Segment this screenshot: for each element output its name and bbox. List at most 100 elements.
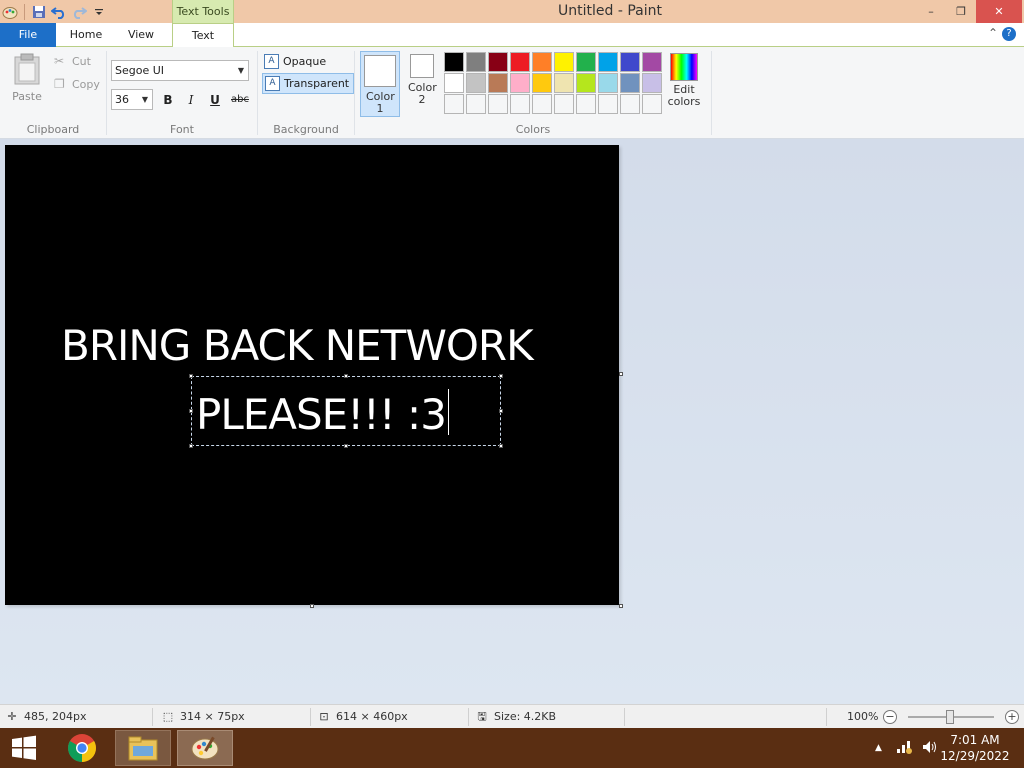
taskbar-chrome[interactable]: [54, 730, 110, 766]
font-group-label: Font: [170, 123, 194, 136]
palette-swatch[interactable]: [576, 73, 596, 93]
palette-swatch[interactable]: [444, 52, 464, 72]
collapse-ribbon-icon[interactable]: ⌃: [988, 26, 998, 40]
paste-button[interactable]: Paste: [10, 53, 44, 103]
palette-swatch[interactable]: [576, 52, 596, 72]
textbox-resize-handle[interactable]: [189, 444, 193, 448]
palette-swatch[interactable]: [554, 52, 574, 72]
palette-swatch[interactable]: [532, 94, 552, 114]
cut-label: Cut: [72, 54, 91, 68]
tab-home[interactable]: Home: [58, 23, 114, 47]
italic-button[interactable]: I: [181, 91, 201, 109]
font-family-select[interactable]: Segoe UI ▼: [111, 60, 249, 81]
text-input-box[interactable]: PLEASE!!! :3: [189, 374, 503, 448]
taskbar-file-explorer[interactable]: [115, 730, 171, 766]
transparent-icon: A: [265, 76, 280, 91]
color2-button[interactable]: Color 2: [402, 51, 442, 117]
palette-swatch[interactable]: [576, 94, 596, 114]
palette-swatch[interactable]: [444, 73, 464, 93]
copy-button[interactable]: ❐ Copy: [54, 77, 100, 91]
transparent-button[interactable]: A Transparent: [262, 73, 355, 94]
redo-icon[interactable]: [69, 2, 89, 22]
text-tools-context-label: Text Tools: [172, 0, 234, 23]
palette-swatch[interactable]: [598, 52, 618, 72]
palette-swatch[interactable]: [620, 94, 640, 114]
palette-swatch[interactable]: [598, 73, 618, 93]
start-button[interactable]: [0, 730, 48, 766]
strikethrough-button[interactable]: abc: [228, 91, 252, 109]
customize-qat-icon[interactable]: [89, 2, 109, 22]
undo-icon[interactable]: [49, 2, 69, 22]
palette-swatch[interactable]: [642, 94, 662, 114]
palette-swatch[interactable]: [466, 73, 486, 93]
underline-button[interactable]: U: [205, 91, 225, 109]
clipboard-group: Paste ✂ Cut ❐ Copy Clipboard: [0, 47, 106, 139]
edit-colors-button[interactable]: Edit colors: [666, 53, 702, 108]
tab-view[interactable]: View: [114, 23, 168, 47]
help-icon[interactable]: ?: [1002, 27, 1016, 41]
palette-swatch[interactable]: [510, 73, 530, 93]
textbox-resize-handle[interactable]: [344, 374, 348, 378]
cut-button[interactable]: ✂ Cut: [54, 54, 91, 68]
opaque-button[interactable]: A Opaque: [262, 51, 330, 72]
volume-icon[interactable]: [922, 740, 938, 757]
palette-swatch[interactable]: [642, 52, 662, 72]
drawing-canvas[interactable]: BRING BACK NETWORK PLEASE!!! :3: [5, 145, 619, 605]
minimize-button[interactable]: –: [916, 0, 946, 23]
save-icon[interactable]: [29, 2, 49, 22]
status-separator: [468, 708, 469, 726]
textbox-resize-handle[interactable]: [189, 409, 193, 413]
palette-swatch[interactable]: [532, 73, 552, 93]
close-button[interactable]: ✕: [976, 0, 1022, 23]
textbox-resize-handle[interactable]: [189, 374, 193, 378]
transparent-label: Transparent: [284, 77, 350, 90]
palette-swatch[interactable]: [642, 73, 662, 93]
canvas-resize-handle-corner[interactable]: [619, 604, 623, 608]
selection-size: ⬚ 314 × 75px: [162, 705, 245, 729]
taskbar-paint[interactable]: [177, 730, 233, 766]
palette-swatch[interactable]: [488, 94, 508, 114]
palette-swatch[interactable]: [488, 73, 508, 93]
textbox-resize-handle[interactable]: [499, 409, 503, 413]
paint-palette-icon: [191, 736, 219, 760]
zoom-in-button[interactable]: +: [1005, 710, 1019, 724]
textbox-resize-handle[interactable]: [499, 374, 503, 378]
edit-colors-label: Edit colors: [667, 83, 701, 108]
textbox-resize-handle[interactable]: [499, 444, 503, 448]
window-title: Untitled - Paint: [558, 3, 662, 19]
palette-swatch[interactable]: [444, 94, 464, 114]
status-separator: [624, 708, 625, 726]
selection-size-value: 314 × 75px: [180, 710, 245, 723]
bold-button[interactable]: B: [158, 91, 178, 109]
taskbar-clock[interactable]: 7:01 AM 12/29/2022: [940, 732, 1010, 764]
tab-text[interactable]: Text: [172, 23, 234, 48]
palette-swatch[interactable]: [466, 94, 486, 114]
status-separator: [152, 708, 153, 726]
status-separator: [310, 708, 311, 726]
palette-swatch[interactable]: [554, 94, 574, 114]
color1-button[interactable]: Color 1: [360, 51, 400, 117]
palette-swatch[interactable]: [598, 94, 618, 114]
background-group-label: Background: [273, 123, 339, 136]
show-hidden-icons-icon[interactable]: ▲: [875, 743, 882, 753]
cursor-position-value: 485, 204px: [24, 710, 87, 723]
tab-file[interactable]: File: [0, 23, 56, 47]
font-size-select[interactable]: 36 ▼: [111, 89, 153, 110]
restore-button[interactable]: ❐: [946, 0, 976, 23]
palette-swatch[interactable]: [620, 73, 640, 93]
palette-swatch[interactable]: [488, 52, 508, 72]
palette-swatch[interactable]: [510, 52, 530, 72]
network-icon[interactable]: [896, 740, 912, 757]
textbox-resize-handle[interactable]: [344, 444, 348, 448]
clipboard-group-label: Clipboard: [26, 123, 80, 136]
zoom-slider-thumb[interactable]: [946, 710, 954, 724]
canvas-resize-handle-right[interactable]: [619, 372, 623, 376]
canvas-resize-handle-bottom[interactable]: [310, 604, 314, 608]
palette-swatch[interactable]: [620, 52, 640, 72]
zoom-out-button[interactable]: −: [883, 710, 897, 724]
palette-swatch[interactable]: [466, 52, 486, 72]
palette-swatch[interactable]: [532, 52, 552, 72]
palette-swatch[interactable]: [554, 73, 574, 93]
paint-app-icon[interactable]: [0, 2, 20, 22]
palette-swatch[interactable]: [510, 94, 530, 114]
